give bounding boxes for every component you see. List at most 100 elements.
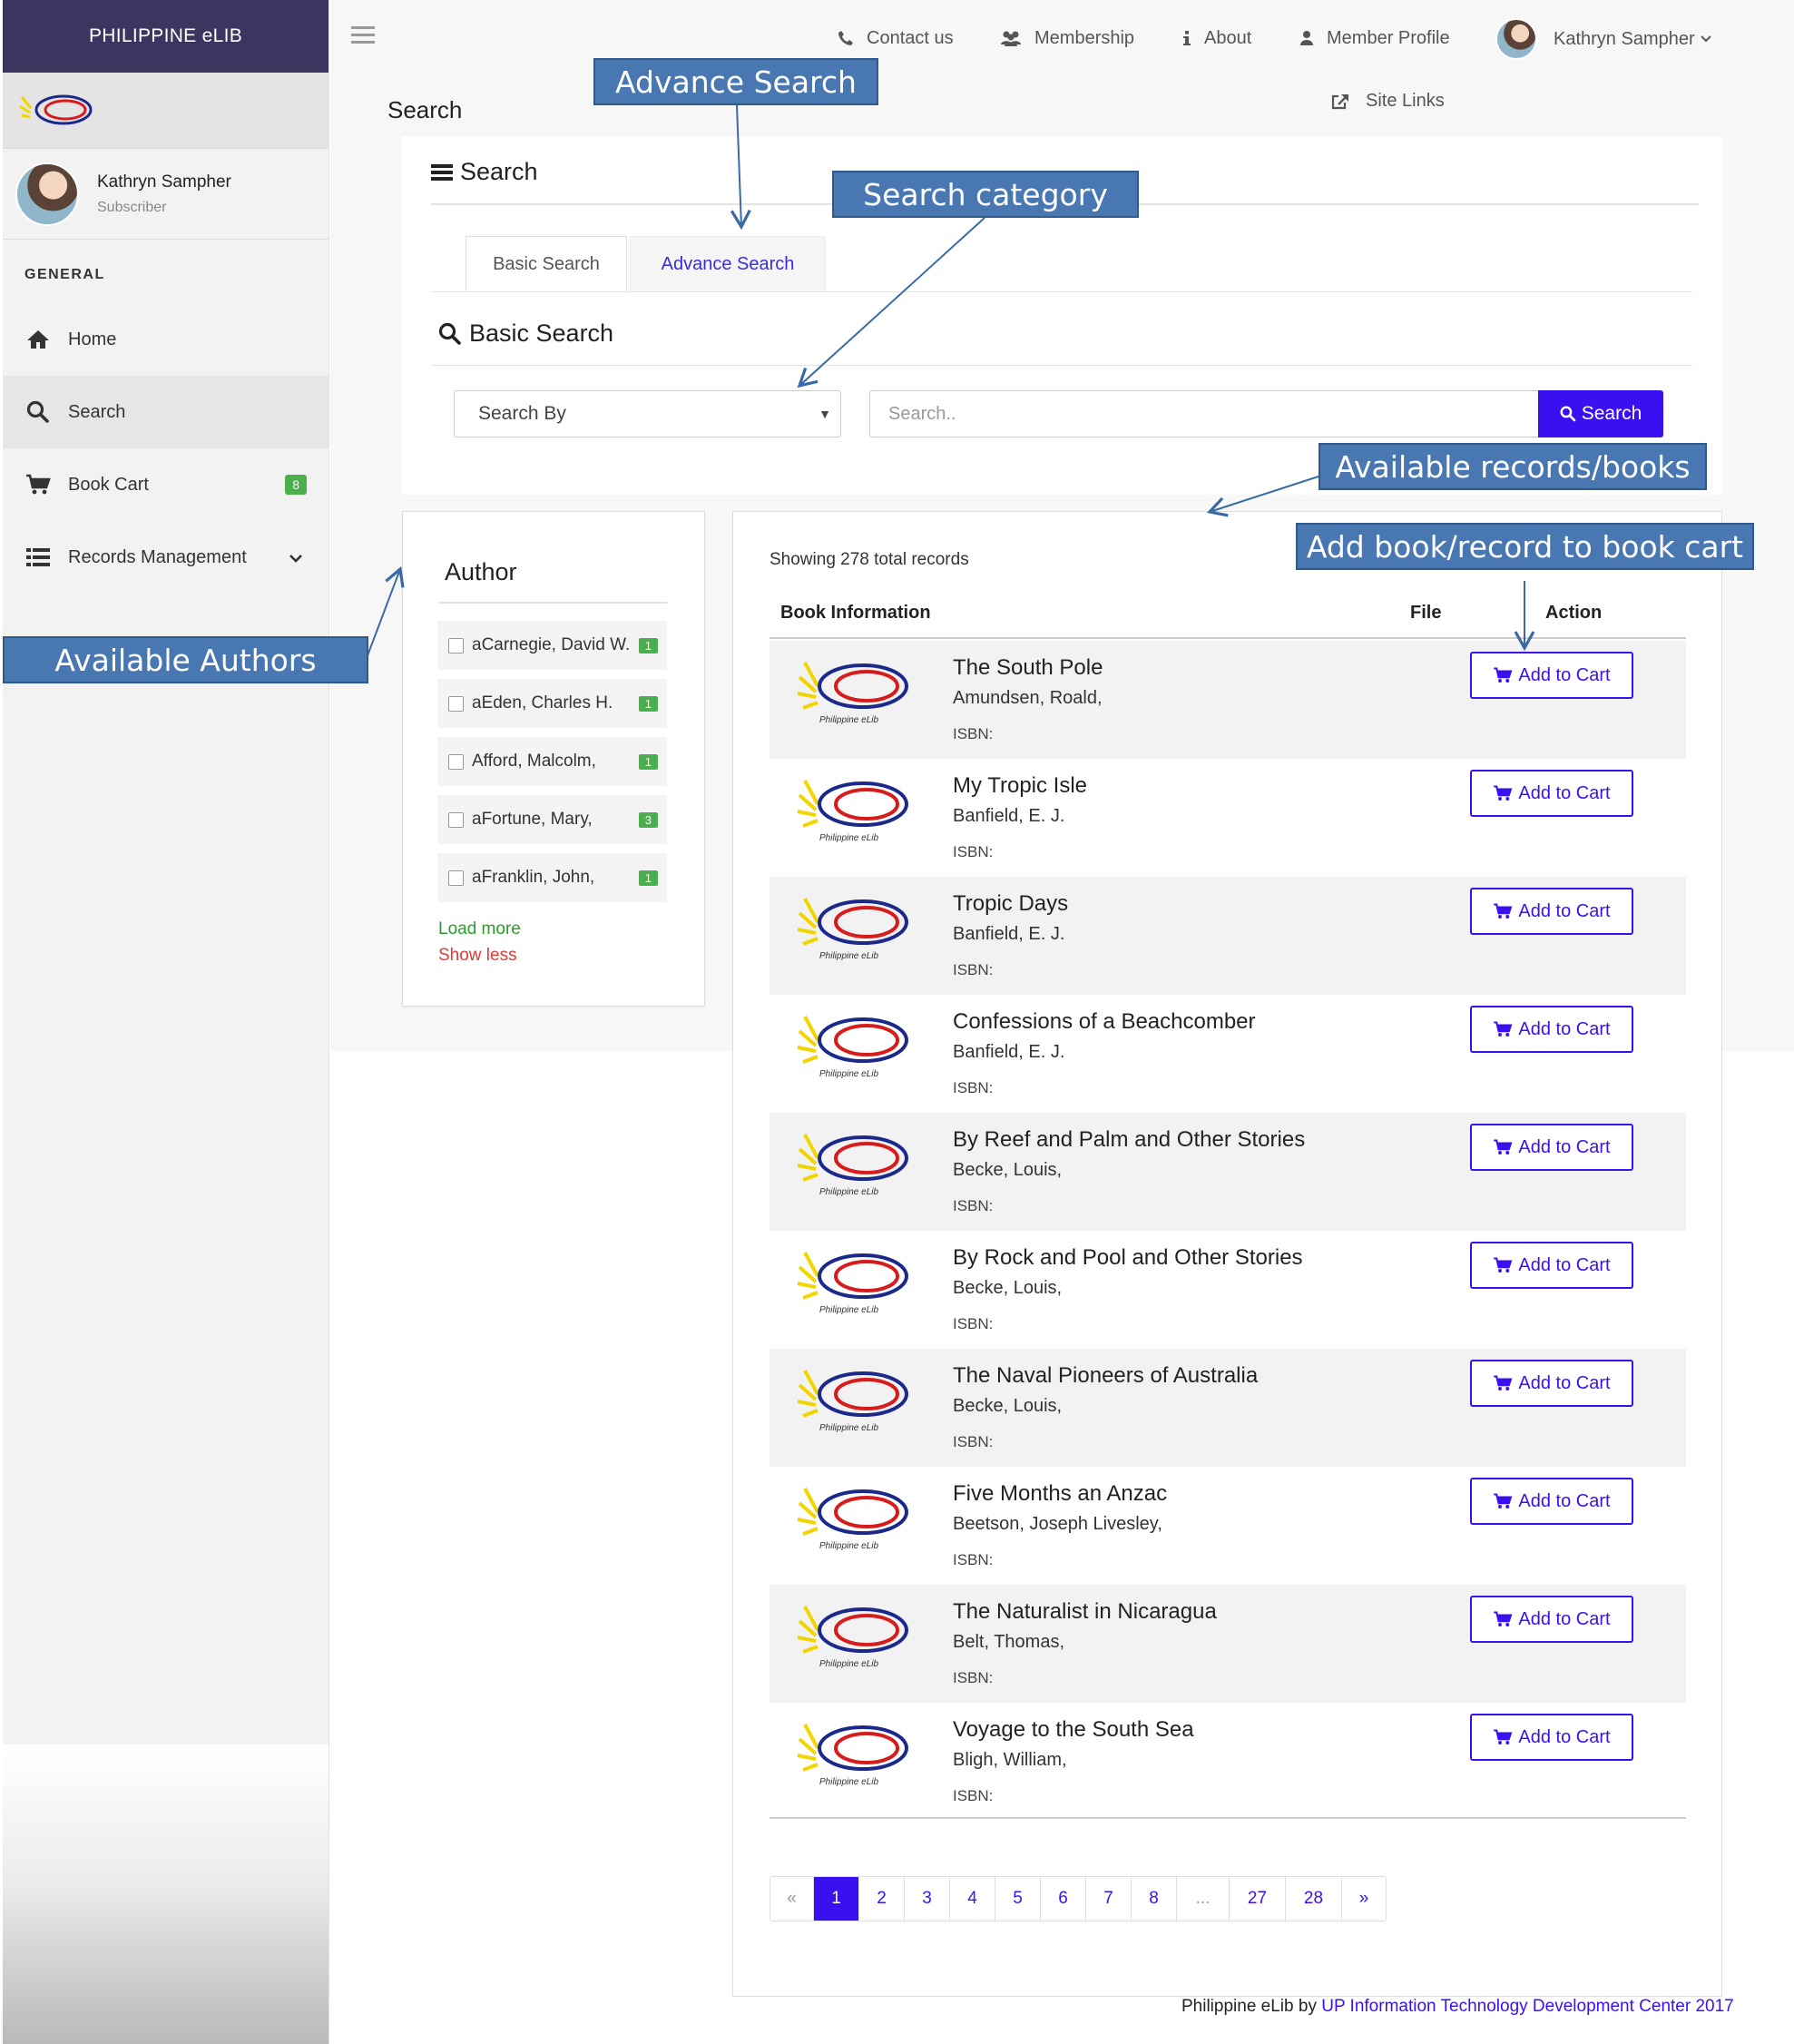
book-title[interactable]: Tropic Days bbox=[953, 891, 1068, 917]
add-to-cart-button[interactable]: Add to Cart bbox=[1470, 888, 1633, 935]
author-filter-item[interactable]: aEden, Charles H. 1 bbox=[437, 679, 667, 728]
add-to-cart-label: Add to Cart bbox=[1518, 1372, 1611, 1393]
footer-link[interactable]: UP Information Technology Development Ce… bbox=[1321, 1997, 1734, 2016]
book-title[interactable]: By Reef and Palm and Other Stories bbox=[953, 1127, 1305, 1153]
book-title[interactable]: The Naval Pioneers of Australia bbox=[953, 1363, 1258, 1389]
author-checkbox[interactable] bbox=[448, 870, 464, 886]
book-title[interactable]: The Naturalist in Nicaragua bbox=[953, 1599, 1217, 1625]
author-count-badge: 1 bbox=[638, 753, 658, 770]
records-count: Showing 278 total records bbox=[770, 550, 969, 569]
author-filter-item[interactable]: aFranklin, John, 1 bbox=[437, 853, 667, 902]
page-link[interactable]: 8 bbox=[1132, 1877, 1177, 1921]
book-title[interactable]: By Rock and Pool and Other Stories bbox=[953, 1245, 1303, 1271]
add-to-cart-button[interactable]: Add to Cart bbox=[1470, 652, 1633, 699]
search-button[interactable]: Search bbox=[1538, 390, 1663, 437]
author-filter-item[interactable]: aCarnegie, David W. 1 bbox=[437, 621, 667, 670]
page-link[interactable]: 27 bbox=[1230, 1877, 1286, 1921]
user-menu[interactable]: Kathryn Sampher bbox=[1495, 18, 1711, 60]
sidebar-item-search[interactable]: Search bbox=[3, 376, 328, 448]
add-to-cart-label: Add to Cart bbox=[1518, 1490, 1611, 1511]
menu-toggle-icon[interactable] bbox=[349, 24, 377, 50]
table-row: Philippine eLib By Rock and Pool and Othe… bbox=[770, 1231, 1686, 1349]
page-link[interactable]: 4 bbox=[950, 1877, 995, 1921]
page-link[interactable]: » bbox=[1342, 1877, 1386, 1921]
book-cover[interactable]: Philippine eLib bbox=[794, 1363, 914, 1440]
users-icon bbox=[1000, 30, 1022, 46]
search-icon bbox=[438, 322, 462, 346]
add-to-cart-button[interactable]: Add to Cart bbox=[1470, 1124, 1633, 1171]
cart-count-badge: 8 bbox=[285, 475, 307, 495]
book-cover[interactable]: Philippine eLib bbox=[794, 1245, 914, 1322]
nav-contact-us[interactable]: Contact us bbox=[838, 20, 954, 56]
add-to-cart-button[interactable]: Add to Cart bbox=[1470, 1242, 1633, 1289]
add-to-cart-button[interactable]: Add to Cart bbox=[1470, 1478, 1633, 1525]
add-to-cart-button[interactable]: Add to Cart bbox=[1470, 1006, 1633, 1053]
author-filter-title: Author bbox=[445, 558, 517, 585]
sidebar-item-book-cart[interactable]: Book Cart 8 bbox=[3, 448, 328, 521]
book-cover[interactable]: Philippine eLib bbox=[794, 1599, 914, 1676]
add-to-cart-label: Add to Cart bbox=[1518, 1136, 1611, 1157]
page-link[interactable]: 1 bbox=[814, 1877, 859, 1921]
nav-member-profile[interactable]: Member Profile bbox=[1299, 20, 1450, 56]
tab-advance-search[interactable]: Advance Search bbox=[630, 236, 826, 292]
book-title[interactable]: My Tropic Isle bbox=[953, 773, 1087, 799]
page-link[interactable]: 2 bbox=[859, 1877, 905, 1921]
book-title[interactable]: The South Pole bbox=[953, 655, 1103, 681]
tab-basic-search[interactable]: Basic Search bbox=[466, 236, 627, 292]
author-checkbox[interactable] bbox=[448, 695, 464, 712]
page-link[interactable]: 5 bbox=[995, 1877, 1041, 1921]
book-isbn: ISBN: bbox=[953, 1079, 994, 1096]
search-by-value: Search By bbox=[478, 403, 566, 424]
search-by-select[interactable]: Search By ▼ bbox=[454, 390, 841, 437]
book-cover[interactable]: Philippine eLib bbox=[794, 1009, 914, 1086]
page-link[interactable]: « bbox=[770, 1877, 814, 1921]
author-checkbox[interactable] bbox=[448, 811, 464, 828]
phone-icon bbox=[838, 30, 854, 46]
nav-membership[interactable]: Membership bbox=[1000, 20, 1134, 56]
elib-logo[interactable] bbox=[3, 73, 328, 149]
search-input[interactable]: Search.. bbox=[869, 390, 1539, 437]
book-title[interactable]: Voyage to the South Sea bbox=[953, 1717, 1194, 1743]
brand-title[interactable]: PHILIPPINE eLIB bbox=[3, 0, 328, 73]
book-isbn: ISBN: bbox=[953, 1197, 994, 1214]
page-link[interactable]: ... bbox=[1177, 1877, 1230, 1921]
sidebar-user[interactable]: Kathryn Sampher Subscriber bbox=[3, 149, 328, 240]
page-link[interactable]: 7 bbox=[1086, 1877, 1132, 1921]
add-to-cart-button[interactable]: Add to Cart bbox=[1470, 1714, 1633, 1761]
author-checkbox[interactable] bbox=[448, 753, 464, 770]
author-filter-item[interactable]: Afford, Malcolm, 1 bbox=[437, 737, 667, 786]
callout-advance-search: Advance Search bbox=[593, 58, 878, 105]
add-to-cart-button[interactable]: Add to Cart bbox=[1470, 1596, 1633, 1643]
book-cover[interactable]: Philippine eLib bbox=[794, 891, 914, 968]
book-author: Bligh, William, bbox=[953, 1750, 1067, 1770]
book-cover[interactable]: Philippine eLib bbox=[794, 1481, 914, 1558]
book-isbn: ISBN: bbox=[953, 1433, 994, 1450]
callout-available-authors: Available Authors bbox=[3, 636, 368, 683]
add-to-cart-label: Add to Cart bbox=[1518, 664, 1611, 685]
page-link[interactable]: 6 bbox=[1041, 1877, 1086, 1921]
book-title[interactable]: Five Months an Anzac bbox=[953, 1481, 1167, 1507]
page-link[interactable]: 3 bbox=[905, 1877, 950, 1921]
add-to-cart-label: Add to Cart bbox=[1518, 1726, 1611, 1747]
book-cover[interactable]: Philippine eLib bbox=[794, 1717, 914, 1794]
book-cover[interactable]: Philippine eLib bbox=[794, 1127, 914, 1204]
sidebar-item-records-management[interactable]: Records Management bbox=[3, 521, 328, 594]
book-cover[interactable]: Philippine eLib bbox=[794, 655, 914, 732]
author-filter-item[interactable]: aFortune, Mary, 3 bbox=[437, 795, 667, 844]
book-title[interactable]: Confessions of a Beachcomber bbox=[953, 1009, 1256, 1035]
user-icon bbox=[1299, 30, 1314, 46]
add-to-cart-button[interactable]: Add to Cart bbox=[1470, 770, 1633, 817]
basic-search-title: Basic Search bbox=[438, 319, 613, 348]
show-less-link[interactable]: Show less bbox=[438, 946, 517, 966]
nav-about[interactable]: About bbox=[1182, 20, 1251, 56]
home-icon bbox=[25, 326, 52, 353]
book-cover-logo-icon: Philippine eLib bbox=[797, 780, 908, 843]
sidebar-item-home[interactable]: Home bbox=[3, 303, 328, 376]
add-to-cart-button[interactable]: Add to Cart bbox=[1470, 1360, 1633, 1407]
chevron-down-icon[interactable] bbox=[289, 547, 303, 568]
nav-site-links[interactable]: Site Links bbox=[1331, 91, 1445, 112]
author-checkbox[interactable] bbox=[448, 637, 464, 653]
page-link[interactable]: 28 bbox=[1286, 1877, 1342, 1921]
load-more-link[interactable]: Load more bbox=[438, 919, 521, 939]
book-cover[interactable]: Philippine eLib bbox=[794, 773, 914, 850]
